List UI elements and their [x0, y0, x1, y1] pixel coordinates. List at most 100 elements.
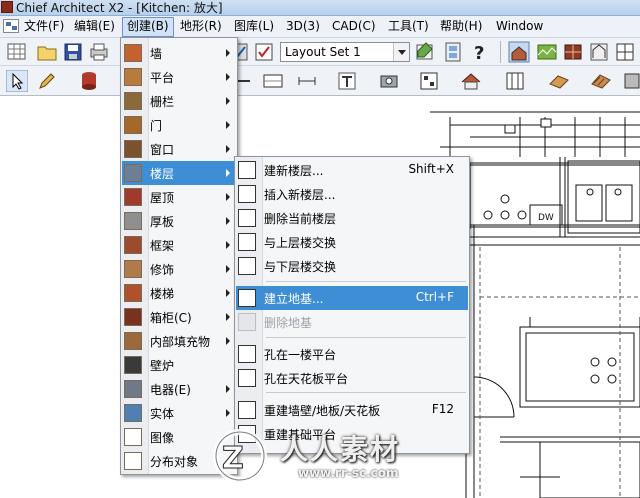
title-bar: Chief Architect X2 - [Kitchen: 放大]: [0, 0, 640, 16]
print-icon[interactable]: [88, 41, 110, 63]
elevation-view-icon[interactable]: [588, 41, 610, 63]
menu-help[interactable]: 帮助(H): [436, 17, 486, 37]
create-menu-item-label: 分布对象: [150, 455, 199, 469]
layer-properties-icon[interactable]: [414, 41, 436, 63]
image-icon: [124, 428, 142, 446]
create-menu-item[interactable]: 内部填充物: [122, 329, 236, 353]
create-menu-item[interactable]: 门: [122, 113, 236, 137]
cabinet-view-icon[interactable]: [562, 41, 584, 63]
svg-text:Z: Z: [222, 441, 244, 476]
open-folder-icon[interactable]: [36, 41, 58, 63]
menu-bar: 文件(F) 编辑(E) 创建(B) 地形(R) 图库(L) 3D(3) CAD(…: [0, 16, 640, 38]
dimension-tool-icon[interactable]: [296, 70, 318, 92]
hole-ceiling-icon: [238, 369, 256, 387]
menu-create[interactable]: 创建(B): [122, 17, 174, 37]
roof-tool-icon[interactable]: [460, 70, 482, 92]
create-menu-item[interactable]: 平台: [122, 65, 236, 89]
plan-icon[interactable]: [442, 41, 464, 63]
svg-text:?: ?: [474, 43, 484, 63]
submenu-arrow-icon: [226, 313, 230, 321]
submenu-arrow-icon: [226, 265, 230, 273]
create-menu-item[interactable]: 修饰: [122, 257, 236, 281]
create-menu-item[interactable]: 窗口: [122, 137, 236, 161]
layout-set-select[interactable]: Layout Set 1: [280, 42, 410, 62]
deck-tool-icon[interactable]: [548, 70, 570, 92]
door-icon: [124, 116, 142, 134]
create-menu-item-label: 栅栏: [150, 95, 175, 109]
floor-plan-view-icon[interactable]: [508, 41, 530, 63]
build-foundation-icon: [238, 289, 256, 307]
insert-floor-icon: [238, 185, 256, 203]
menu-terrain[interactable]: 地形(R): [176, 17, 226, 37]
terrain-view-icon[interactable]: [536, 41, 558, 63]
menu-tools[interactable]: 工具(T): [384, 17, 433, 37]
floor-tool-icon[interactable]: [418, 70, 440, 92]
stairs-tool-icon[interactable]: [590, 70, 612, 92]
create-menu-item[interactable]: 栅栏: [122, 89, 236, 113]
create-menu-item[interactable]: 墙: [122, 41, 236, 65]
floor-submenu-item[interactable]: 重建墙壁/地板/天花板 F12: [236, 398, 468, 422]
pencil-icon[interactable]: [36, 70, 58, 92]
create-menu-item[interactable]: 框架: [122, 233, 236, 257]
shortcut-label: F12: [431, 402, 454, 416]
create-menu-item[interactable]: 厚板: [122, 209, 236, 233]
floor-submenu-item-label: 与下层楼交换: [264, 260, 337, 274]
wall-icon: [124, 44, 142, 62]
slab-icon: [124, 212, 142, 230]
create-menu-item[interactable]: 屋顶: [122, 185, 236, 209]
create-menu-item-label: 墙: [150, 47, 163, 61]
create-menu-item-label: 壁炉: [150, 359, 175, 373]
floor-submenu-item[interactable]: 与下层楼交换: [236, 254, 468, 278]
wall-tool-icon[interactable]: [262, 70, 284, 92]
floor-submenu-item-label: 删除当前楼层: [264, 212, 337, 226]
select-arrow-icon[interactable]: [5, 69, 29, 93]
menu-cad[interactable]: CAD(C): [328, 17, 380, 37]
barrel-icon[interactable]: [78, 70, 100, 92]
floor-submenu-item-label: 建新楼层...: [264, 164, 324, 178]
create-menu-item-label: 箱柜(C): [150, 311, 192, 325]
chevron-down-icon[interactable]: [393, 43, 409, 61]
floor-submenu-item[interactable]: 插入新楼层...: [236, 182, 468, 206]
save-icon[interactable]: [62, 41, 84, 63]
create-menu-item-label: 楼梯: [150, 287, 175, 301]
menu-library[interactable]: 图库(L): [230, 17, 278, 37]
window-frame-icon[interactable]: [614, 41, 636, 63]
menu-edit[interactable]: 编辑(E): [70, 17, 119, 37]
hole-first-floor-icon: [238, 345, 256, 363]
cabinet-tool-icon[interactable]: [504, 70, 526, 92]
distribute-icon: [124, 452, 142, 470]
app-icon: [1, 1, 13, 13]
help-icon[interactable]: ?: [468, 41, 490, 64]
grid-icon[interactable]: [6, 41, 28, 63]
rebuild-icon: [238, 401, 256, 419]
floor-submenu-item[interactable]: 建立地基... Ctrl+F: [236, 286, 468, 310]
floor-submenu-item[interactable]: 与上层楼交换: [236, 230, 468, 254]
create-menu-item[interactable]: 箱柜(C): [122, 305, 236, 329]
submenu-arrow-icon: [226, 337, 230, 345]
menu-file[interactable]: 文件(F): [20, 17, 68, 37]
submenu-arrow-icon: [226, 97, 230, 105]
floor-submenu-item[interactable]: 删除当前楼层: [236, 206, 468, 230]
menu-window[interactable]: Window: [492, 17, 547, 37]
create-menu-item[interactable]: 电器(E): [122, 377, 236, 401]
floor-submenu-item[interactable]: 孔在天花板平台: [236, 366, 468, 390]
create-menu-item[interactable]: 楼层: [122, 161, 236, 185]
new-floor-icon: [238, 161, 256, 179]
camera-tool-icon[interactable]: [378, 70, 400, 92]
floor-submenu-item[interactable]: 建新楼层... Shift+X: [236, 158, 468, 182]
create-menu-item[interactable]: 楼梯: [122, 281, 236, 305]
create-menu-item-label: 窗口: [150, 143, 175, 157]
checkbox-icon[interactable]: [253, 41, 275, 63]
create-menu-item[interactable]: 壁炉: [122, 353, 236, 377]
menu-3d[interactable]: 3D(3): [282, 17, 324, 37]
watermark: Z 人人素材 www.rr-sc.com: [206, 426, 446, 486]
floor-submenu-item: 删除地基: [236, 310, 468, 334]
floor-submenu-item[interactable]: 孔在一楼平台: [236, 342, 468, 366]
create-menu-item-label: 内部填充物: [150, 335, 211, 349]
create-menu-item-label: 平台: [150, 71, 175, 85]
create-menu-item[interactable]: 实体: [122, 401, 236, 425]
document-icon[interactable]: [3, 19, 19, 33]
text-tool-icon[interactable]: [336, 70, 358, 92]
fill-tool-icon[interactable]: [622, 70, 640, 92]
create-menu-item-label: 图像: [150, 431, 175, 445]
